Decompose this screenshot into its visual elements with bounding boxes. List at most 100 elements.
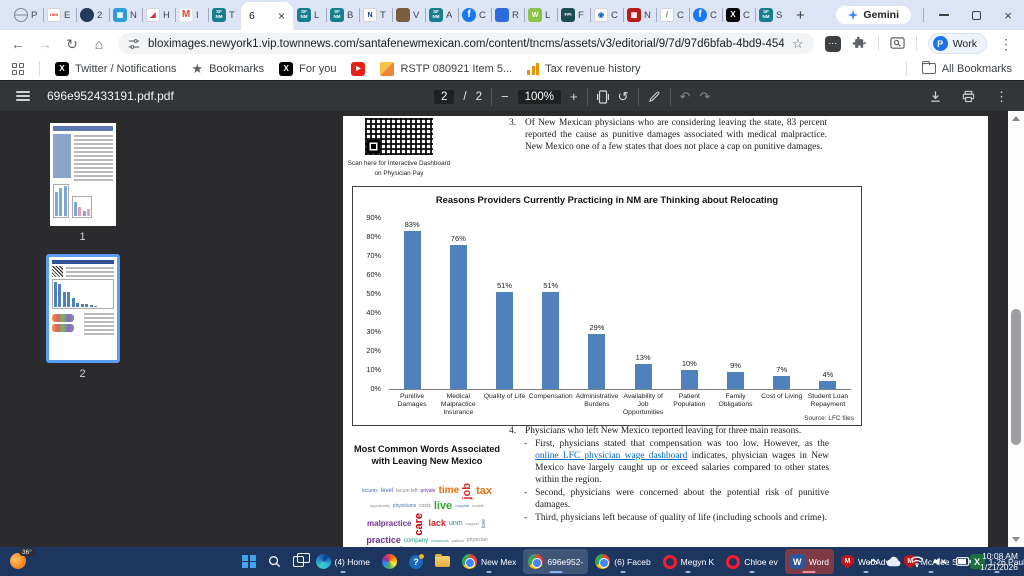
tab[interactable]: fC (689, 0, 722, 30)
home-button[interactable]: ⌂ (91, 37, 107, 51)
tab[interactable]: ▦N (109, 0, 142, 30)
tray-chevron-icon[interactable] (869, 558, 879, 568)
help-button[interactable]: ? (404, 549, 428, 574)
chrome-window-3[interactable]: (6) Faceb (590, 549, 655, 574)
taskbar-button-label: (4) Home (335, 557, 370, 567)
tab[interactable]: ▦N (623, 0, 656, 30)
fit-page-icon[interactable] (597, 90, 609, 104)
bookmark-bookmarks[interactable]: ★Bookmarks (191, 61, 264, 77)
minimize-button[interactable] (928, 0, 960, 30)
print-icon[interactable] (962, 90, 975, 103)
bookmark-twitter-notifications[interactable]: XTwitter / Notifications (55, 62, 176, 76)
undo-icon[interactable]: ↶ (680, 90, 691, 103)
wordcloud-word: costs (419, 504, 431, 509)
annotate-pen-icon[interactable] (648, 90, 661, 103)
page-number-input[interactable]: 2 (434, 90, 454, 104)
word-button[interactable]: WWord (785, 549, 834, 574)
tab[interactable]: WL (524, 0, 557, 30)
wage-dashboard-link[interactable]: online LFC physician wage dashboard (535, 451, 687, 461)
tab[interactable]: NT (359, 0, 392, 30)
tab[interactable]: SFNMT (208, 0, 241, 30)
tab[interactable]: P (10, 0, 43, 30)
pdf-more-icon[interactable]: ⋮ (995, 90, 1008, 103)
chrome-window-2[interactable]: 696e952- (523, 549, 588, 574)
taskbar-clock[interactable]: 10:08 AM 1/21/2026 (980, 551, 1018, 572)
tab[interactable]: R (491, 0, 524, 30)
site-settings-icon[interactable] (128, 38, 140, 50)
bookmark-star-icon[interactable]: ☆ (792, 36, 804, 52)
tab[interactable]: FPIF (557, 0, 590, 30)
thumbnail-page-1[interactable] (50, 123, 116, 226)
item-text: Of New Mexican physicians who are consid… (525, 118, 827, 154)
vertical-scrollbar[interactable] (1008, 111, 1024, 547)
tab[interactable]: MI (175, 0, 208, 30)
close-window-button[interactable]: × (992, 0, 1024, 30)
running-indicator (750, 571, 755, 574)
search-button[interactable] (263, 549, 286, 574)
chrome-window-1[interactable]: New Mex (457, 549, 521, 574)
extensions-puzzle-icon[interactable] (852, 36, 867, 51)
apps-grid-icon[interactable] (12, 63, 24, 75)
volume-muted-icon[interactable] (933, 556, 947, 567)
weather-widget[interactable]: 36° (10, 553, 26, 569)
divider (906, 61, 907, 76)
wordcloud-word: job (462, 483, 473, 500)
tab[interactable]: ◉C (590, 0, 623, 30)
extension-icon[interactable]: ⋯ (825, 36, 841, 52)
tab[interactable]: ◢H (142, 0, 175, 30)
pdf-menu-icon[interactable] (16, 91, 30, 101)
running-indicator (620, 571, 625, 574)
tab[interactable]: SFNML (293, 0, 326, 30)
all-bookmarks-button[interactable]: All Bookmarks (922, 63, 1012, 75)
forward-button[interactable]: → (37, 37, 53, 51)
tab[interactable]: SFNMB (326, 0, 359, 30)
back-button[interactable]: ← (10, 37, 26, 51)
tab[interactable]: SFNMA (425, 0, 458, 30)
bookmark-rstp[interactable]: RSTP 080921 Item 5... (380, 62, 512, 76)
url-text[interactable]: bloximages.newyork1.vip.townnews.com/san… (148, 38, 784, 50)
tab[interactable]: V (392, 0, 425, 30)
tab-close-icon[interactable]: × (278, 10, 285, 22)
wifi-icon[interactable] (910, 556, 924, 567)
browser-menu-button[interactable]: ⋮ (998, 37, 1014, 51)
maximize-button[interactable] (960, 0, 992, 30)
onedrive-cloud-icon[interactable] (886, 556, 901, 567)
tab-active[interactable]: 6× (241, 2, 293, 30)
battery-icon[interactable] (956, 557, 971, 566)
gemini-button[interactable]: Gemini (836, 6, 911, 24)
site-favicon: ▦ (627, 8, 641, 22)
redo-icon[interactable]: ↷ (699, 90, 710, 103)
tab-title: H (163, 10, 170, 21)
file-explorer-button[interactable] (430, 549, 455, 574)
zoom-in-button[interactable]: + (570, 90, 578, 103)
opera-window-2[interactable]: Chloe ev (721, 549, 783, 574)
profile-button[interactable]: P Work (928, 33, 987, 54)
task-view-button[interactable] (288, 549, 309, 574)
scroll-up-arrow[interactable] (1012, 116, 1020, 121)
start-button[interactable] (237, 549, 261, 574)
photos-button[interactable] (377, 549, 402, 574)
thumbnail-page-2-selected[interactable] (46, 254, 120, 363)
rotate-icon[interactable]: ↺ (618, 90, 629, 103)
tab[interactable]: neaE (43, 0, 76, 30)
bookmark-tax-revenue[interactable]: Tax revenue history (527, 63, 640, 75)
zoom-level[interactable]: 100% (518, 90, 561, 104)
tab-search-icon[interactable] (890, 36, 905, 51)
tab[interactable]: XC (722, 0, 755, 30)
bookmark-for-you[interactable]: XFor you (279, 62, 336, 76)
edge-button[interactable]: (4) Home (311, 549, 375, 574)
new-tab-button[interactable]: + (796, 7, 805, 24)
address-bar[interactable]: bloximages.newyork1.vip.townnews.com/san… (118, 33, 814, 54)
tab[interactable]: SFNMS (755, 0, 788, 30)
bookmark-youtube[interactable]: ▶ (351, 62, 365, 76)
zoom-out-button[interactable]: − (501, 90, 509, 103)
download-icon[interactable] (929, 90, 942, 103)
scrollbar-thumb[interactable] (1011, 309, 1021, 445)
tab[interactable]: /C (656, 0, 689, 30)
scroll-down-arrow[interactable] (1012, 537, 1020, 542)
opera-window-1[interactable]: Megyn K (658, 549, 720, 574)
tab[interactable]: 2 (76, 0, 109, 30)
reload-button[interactable]: ↻ (64, 37, 80, 51)
running-indicator (803, 571, 816, 574)
tab[interactable]: fC (458, 0, 491, 30)
